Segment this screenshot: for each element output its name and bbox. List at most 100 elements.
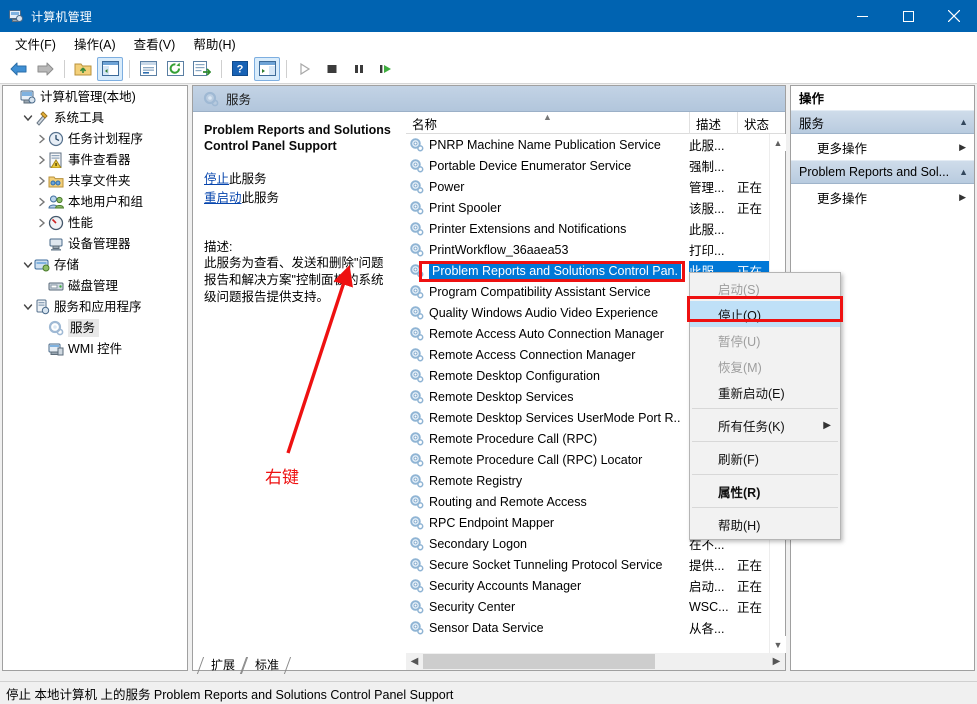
- context-menu-item-label: 重新启动(E): [718, 383, 785, 402]
- context-menu-item[interactable]: 所有任务(K)▶: [690, 412, 840, 438]
- context-menu-item[interactable]: 停止(O): [690, 301, 840, 327]
- tree-twisty-icon[interactable]: [35, 218, 48, 228]
- actions-more-services[interactable]: 更多操作 ▶: [791, 134, 974, 160]
- export-list-icon[interactable]: [189, 57, 215, 81]
- back-icon[interactable]: [5, 57, 31, 81]
- collapse-caret-icon[interactable]: ▲: [959, 117, 968, 127]
- service-gear-icon: [409, 557, 424, 572]
- start-service-icon[interactable]: [292, 57, 318, 81]
- tree-item-4[interactable]: 共享文件夹: [3, 170, 187, 191]
- menu-action[interactable]: 操作(A): [65, 32, 125, 55]
- scroll-left-button[interactable]: ◀: [406, 653, 423, 670]
- menu-file[interactable]: 文件(F): [6, 32, 65, 55]
- tree-item-0[interactable]: 计算机管理(本地): [3, 86, 187, 107]
- minimize-button[interactable]: [839, 0, 885, 32]
- context-menu-item[interactable]: 属性(R): [690, 478, 840, 504]
- column-header-description[interactable]: 描述: [689, 112, 737, 134]
- scroll-right-button[interactable]: ▶: [768, 653, 785, 670]
- service-description-cell: 此服...: [689, 135, 737, 154]
- tree-item-12[interactable]: WMI 控件: [3, 338, 187, 359]
- context-menu-item[interactable]: 刷新(F): [690, 445, 840, 471]
- stop-service-link[interactable]: 停止此服务: [204, 170, 395, 189]
- tree-twisty-icon[interactable]: [21, 260, 34, 270]
- tab-extended[interactable]: 扩展: [200, 657, 244, 674]
- context-menu-separator: [692, 408, 838, 409]
- tree-item-7[interactable]: 设备管理器: [3, 233, 187, 254]
- forward-icon[interactable]: [32, 57, 58, 81]
- tab-standard[interactable]: 标准: [244, 657, 288, 674]
- list-horizontal-scrollbar[interactable]: ◀ ▶: [406, 653, 785, 670]
- context-menu-item: 恢复(M): [690, 353, 840, 379]
- service-gear-icon: [409, 305, 424, 320]
- tree-item-10[interactable]: 服务和应用程序: [3, 296, 187, 317]
- context-menu-item-label: 属性(R): [718, 482, 760, 501]
- tree-twisty-icon[interactable]: [21, 113, 34, 123]
- maximize-button[interactable]: [885, 0, 931, 32]
- tree-twisty-icon[interactable]: [35, 176, 48, 186]
- tree-item-2[interactable]: 任务计划程序: [3, 128, 187, 149]
- service-row[interactable]: PrintWorkflow_36aaea53打印...: [406, 239, 769, 260]
- context-menu-item[interactable]: 重新启动(E): [690, 379, 840, 405]
- menu-help[interactable]: 帮助(H): [184, 32, 244, 55]
- event-viewer-icon: [48, 152, 64, 168]
- show-action-pane-icon[interactable]: [254, 57, 280, 81]
- stop-link-text[interactable]: 停止: [204, 172, 229, 186]
- properties-icon[interactable]: [135, 57, 161, 81]
- service-row[interactable]: Security CenterWSC...正在: [406, 596, 769, 617]
- column-header-status[interactable]: 状态: [737, 112, 779, 134]
- up-folder-icon[interactable]: [70, 57, 96, 81]
- tree-item-9[interactable]: 磁盘管理: [3, 275, 187, 296]
- actions-more-selected-service[interactable]: 更多操作 ▶: [791, 184, 974, 210]
- service-description-cell: 从各...: [689, 618, 737, 637]
- console-tree[interactable]: 计算机管理(本地)系统工具任务计划程序事件查看器共享文件夹本地用户和组性能设备管…: [2, 85, 188, 671]
- stop-service-icon[interactable]: [319, 57, 345, 81]
- service-name: Program Compatibility Assistant Service: [429, 285, 651, 299]
- restart-service-icon[interactable]: [373, 57, 399, 81]
- tree-item-3[interactable]: 事件查看器: [3, 149, 187, 170]
- pause-service-icon[interactable]: [346, 57, 372, 81]
- service-row[interactable]: Sensor Data Service从各...: [406, 617, 769, 638]
- close-button[interactable]: [931, 0, 977, 32]
- tree-item-label: 服务和应用程序: [54, 299, 142, 315]
- service-name: Remote Procedure Call (RPC) Locator: [429, 453, 642, 467]
- refresh-icon[interactable]: [162, 57, 188, 81]
- tree-item-5[interactable]: 本地用户和组: [3, 191, 187, 212]
- help-icon[interactable]: ?: [227, 57, 253, 81]
- toolbar-separator: [221, 60, 222, 78]
- tree-twisty-icon[interactable]: [35, 197, 48, 207]
- column-header-name[interactable]: 名称 ▲: [406, 112, 689, 134]
- service-row[interactable]: Secure Socket Tunneling Protocol Service…: [406, 554, 769, 575]
- service-row[interactable]: PNRP Machine Name Publication Service此服.…: [406, 134, 769, 155]
- scroll-up-button[interactable]: ▲: [770, 134, 786, 151]
- list-column-headers[interactable]: 名称 ▲ 描述 状态: [406, 112, 785, 134]
- service-row[interactable]: Power管理...正在: [406, 176, 769, 197]
- actions-group-selected-service[interactable]: Problem Reports and Sol... ▲: [791, 160, 974, 184]
- computer-icon: [20, 89, 36, 105]
- show-hide-tree-icon[interactable]: [97, 57, 123, 81]
- collapse-caret-icon[interactable]: ▲: [959, 167, 968, 177]
- tree-twisty-icon[interactable]: [35, 134, 48, 144]
- service-name-cell: Secure Socket Tunneling Protocol Service: [406, 557, 689, 572]
- tree-item-6[interactable]: 性能: [3, 212, 187, 233]
- service-context-menu[interactable]: 启动(S)停止(O)暂停(U)恢复(M)重新启动(E)所有任务(K)▶刷新(F)…: [689, 272, 841, 540]
- service-row[interactable]: Portable Device Enumerator Service强制...: [406, 155, 769, 176]
- tree-twisty-icon[interactable]: [35, 155, 48, 165]
- service-row[interactable]: Print Spooler该服...正在: [406, 197, 769, 218]
- tree-item-1[interactable]: 系统工具: [3, 107, 187, 128]
- horizontal-scroll-thumb[interactable]: [423, 654, 655, 669]
- service-name: Remote Desktop Services: [429, 390, 574, 404]
- context-menu-item[interactable]: 帮助(H): [690, 511, 840, 537]
- horizontal-scroll-track[interactable]: [423, 653, 768, 670]
- restart-link-text[interactable]: 重启动: [204, 191, 242, 205]
- tree-item-8[interactable]: 存储: [3, 254, 187, 275]
- restart-service-link[interactable]: 重启动此服务: [204, 189, 395, 208]
- service-row[interactable]: Printer Extensions and Notifications此服..…: [406, 218, 769, 239]
- tree-item-11[interactable]: 服务: [3, 317, 187, 338]
- service-row[interactable]: Security Accounts Manager启动...正在: [406, 575, 769, 596]
- menu-view[interactable]: 查看(V): [125, 32, 185, 55]
- scroll-down-button[interactable]: ▼: [770, 636, 786, 653]
- actions-group-services[interactable]: 服务 ▲: [791, 110, 974, 134]
- tree-twisty-icon[interactable]: [21, 302, 34, 312]
- view-tabs[interactable]: 扩展 标准: [192, 655, 288, 674]
- service-gear-icon: [409, 158, 424, 173]
